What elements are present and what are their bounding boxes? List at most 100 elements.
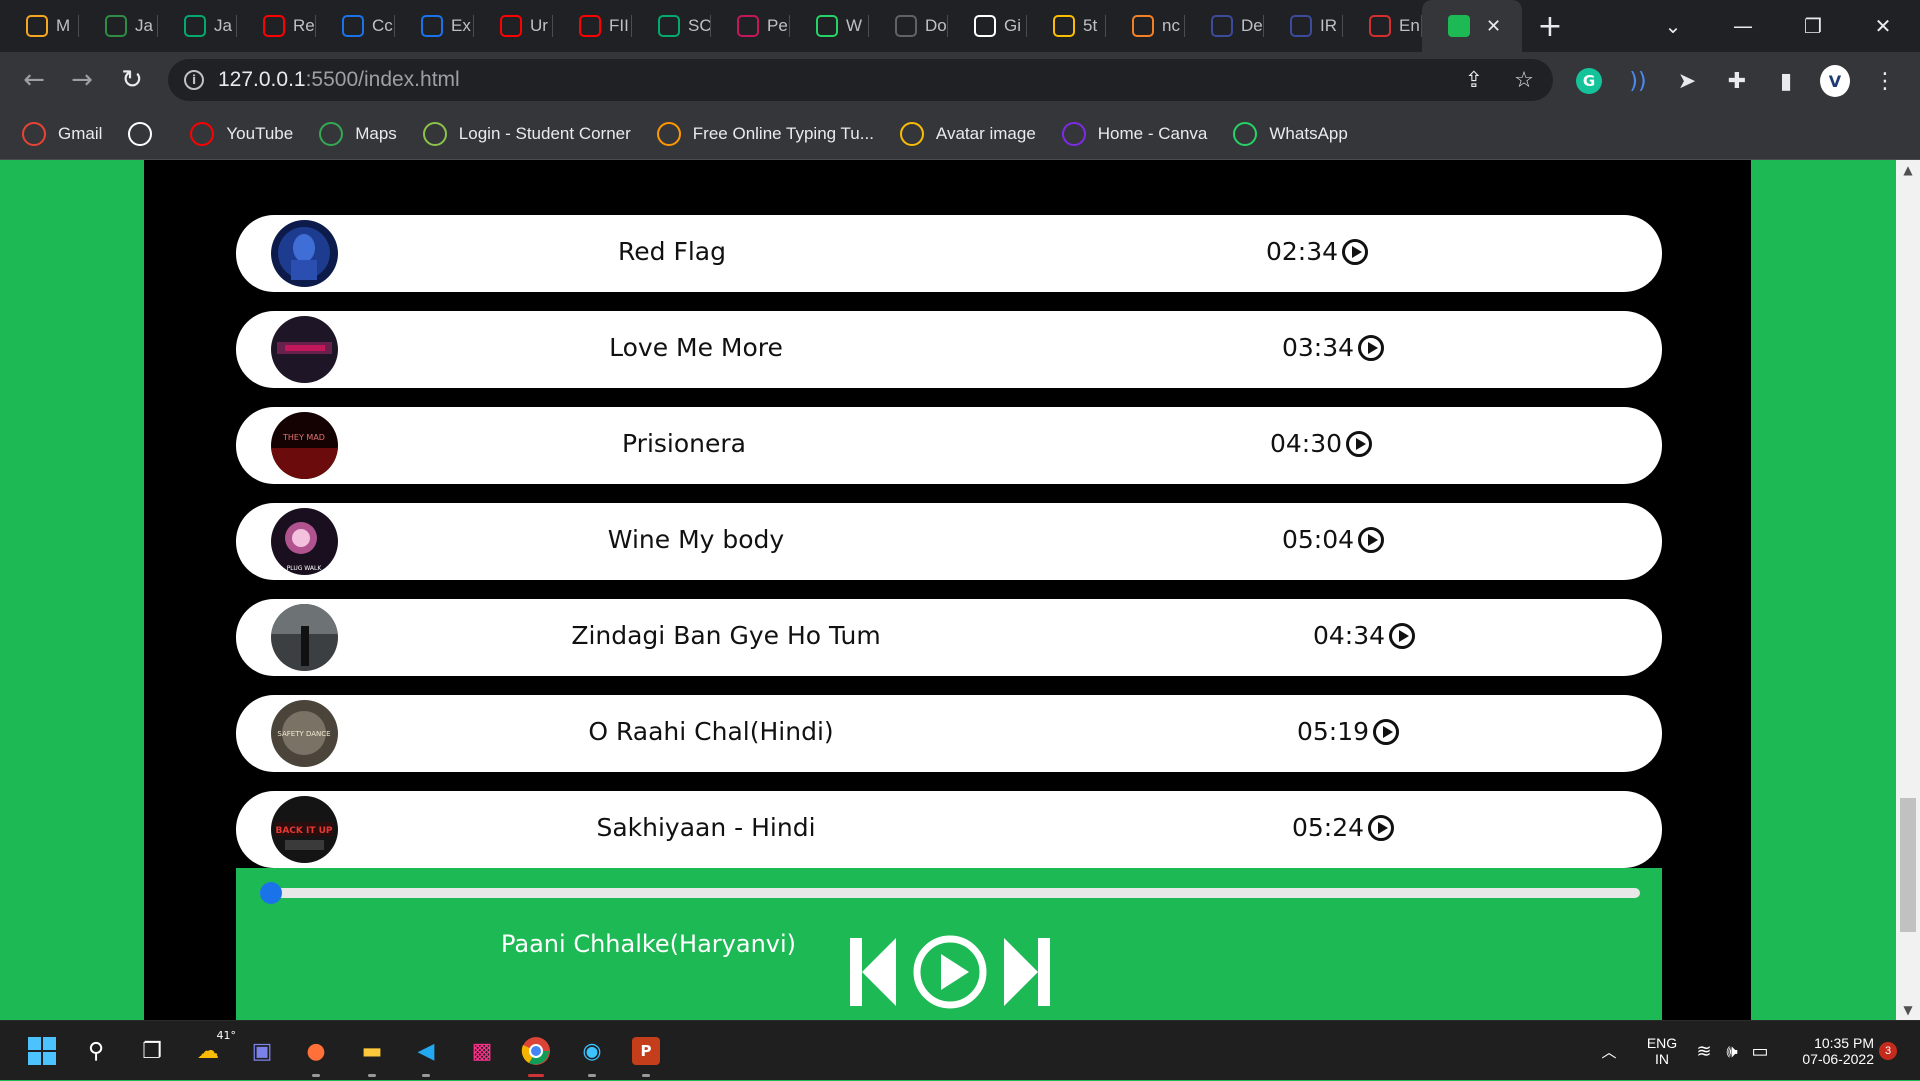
play-circle-icon[interactable] [1368,814,1395,841]
spotify-shield-icon [1448,15,1470,37]
side-panel-icon[interactable]: ▮ [1771,66,1801,96]
bookmark-star-icon[interactable]: ☆ [1511,67,1537,93]
bookmark-item[interactable]: YouTube [190,121,293,146]
song-item[interactable]: SAFETY DANCE O Raahi Chal(Hindi) 05:19 [236,695,1662,772]
show-hidden-icons[interactable]: ︿ [1594,1021,1624,1081]
play-circle-icon[interactable] [1358,334,1385,361]
teams-chat-icon[interactable]: ▣ [242,1031,282,1071]
bookmark-item[interactable]: Login - Student Corner [422,121,631,146]
forward-icon[interactable]: → [62,60,102,100]
site-info-icon[interactable]: i [184,70,204,90]
tab-strip: M Ja Ja Re Cc Ex Ur FII SC Pe W Do Gi 5t nc De IR En ✕ + [0,0,1920,52]
scroll-thumb[interactable] [1900,798,1916,932]
play-circle-icon[interactable] [1342,238,1369,265]
profile-avatar[interactable]: V [1820,65,1850,97]
play-circle-icon[interactable] [1358,526,1385,553]
bookmark-item[interactable]: Avatar image [899,121,1036,146]
student-corner-icon [422,121,447,146]
back-icon[interactable]: ← [14,60,54,100]
active-browser-tab[interactable]: ✕ [1422,0,1522,52]
browser-tab[interactable]: Cc [316,0,395,52]
browser-tab[interactable]: Ja [79,0,158,52]
address-bar[interactable]: i 127.0.0.1:5500/index.html ⇪ ☆ [168,59,1553,101]
restore-button[interactable]: ❐ [1778,0,1848,52]
song-duration: 05:04 [1282,525,1385,554]
windows-start-icon[interactable] [22,1031,62,1071]
minimize-button[interactable]: — [1708,0,1778,52]
browser-tab[interactable]: M [0,0,79,52]
weather-widget[interactable]: ☁ 41° [188,1029,236,1071]
chrome-icon[interactable] [516,1031,556,1077]
browser-tab[interactable]: W [790,0,869,52]
bookmark-item[interactable]: Free Online Typing Tu... [656,121,874,146]
browser-tab[interactable]: SC [632,0,711,52]
browser-tab[interactable]: Do [869,0,948,52]
language-indicator[interactable]: ENG IN [1636,1021,1688,1081]
clock[interactable]: 10:35 PM 07-06-2022 [1782,1021,1874,1081]
menu-dots-icon[interactable]: ⋮ [1870,66,1900,96]
browser-tab[interactable]: Ex [395,0,474,52]
url-text[interactable]: 127.0.0.1:5500/index.html [218,68,460,92]
wifi-icon[interactable]: ≋ [1690,1021,1718,1081]
vscode-icon[interactable]: ◀ [406,1031,446,1077]
next-icon[interactable] [1002,936,1050,1008]
reload-icon[interactable]: ↻ [112,60,152,100]
browser-tab[interactable]: Pe [711,0,790,52]
song-item[interactable]: Zindagi Ban Gye Ho Tum 04:34 [236,599,1662,676]
play-circle-icon[interactable] [1373,718,1400,745]
firefox-icon[interactable]: ● [296,1031,336,1077]
tab-label: M [56,16,71,35]
edge-icon[interactable]: ◉ [572,1031,612,1077]
play-pause-icon[interactable] [912,934,988,1010]
page-scrollbar[interactable]: ▲ ▼ [1896,160,1920,1020]
share-icon[interactable]: ⇪ [1461,67,1487,93]
progress-thumb[interactable] [260,882,282,904]
file-explorer-icon[interactable]: ▬ [352,1031,392,1077]
bookmark-item[interactable]: Maps [319,121,397,146]
browser-tab[interactable]: En [1343,0,1422,52]
scroll-down-icon[interactable]: ▼ [1896,1000,1920,1020]
search-icon[interactable]: ⚲ [76,1031,116,1071]
player-bar: Paani Chhalke(Haryanvi) [236,868,1662,1020]
browser-tab[interactable]: Gi [948,0,1027,52]
song-item[interactable]: PLUG WALK Wine My body 05:04 [236,503,1662,580]
battery-icon[interactable]: ▭ [1746,1021,1774,1081]
song-item[interactable]: THEY MAD Prisionera 04:30 [236,407,1662,484]
play-circle-icon[interactable] [1346,430,1373,457]
previous-icon[interactable] [850,936,898,1008]
browser-tab[interactable]: Ur [474,0,553,52]
browser-tab[interactable]: nc [1106,0,1185,52]
scroll-up-icon[interactable]: ▲ [1896,160,1920,180]
task-view-icon[interactable]: ❐ [132,1031,172,1071]
song-item[interactable]: Red Flag 02:34 [236,215,1662,292]
browser-tab[interactable]: 5t [1027,0,1106,52]
tab-search-icon[interactable]: ⌄ [1638,0,1708,52]
close-tab-icon[interactable]: ✕ [1486,16,1501,37]
new-tab-button[interactable]: + [1522,0,1578,52]
close-window-button[interactable]: ✕ [1848,0,1918,52]
browser-tab[interactable]: IR [1264,0,1343,52]
bookmark-item[interactable]: WhatsApp [1233,121,1348,146]
notification-badge[interactable]: 3 [1878,1021,1898,1081]
play-circle-icon[interactable] [1389,622,1416,649]
extension-arrow-icon[interactable]: ➤ [1672,66,1702,96]
bookmark-item[interactable]: Home - Canva [1061,121,1207,146]
song-duration: 04:34 [1313,621,1416,650]
intellij-icon[interactable]: ▩ [462,1031,502,1071]
progress-slider[interactable] [260,882,1640,904]
browser-tab[interactable]: FII [553,0,632,52]
grammarly-icon[interactable]: G [1574,66,1604,96]
volume-icon[interactable]: 🕪 [1718,1021,1746,1081]
bookmark-item[interactable] [128,121,164,146]
read-aloud-icon[interactable]: )) [1623,66,1653,96]
weather-temp: 41° [216,1029,237,1042]
browser-tab[interactable]: Ja [158,0,237,52]
powerpoint-icon[interactable]: P [626,1031,666,1077]
browser-tab[interactable]: Re [237,0,316,52]
extensions-puzzle-icon[interactable]: ✚ [1722,66,1752,96]
song-item[interactable]: BACK IT UP Sakhiyaan - Hindi 05:24 [236,791,1662,868]
browser-tab[interactable]: De [1185,0,1264,52]
song-item[interactable]: Love Me More 03:34 [236,311,1662,388]
bookmark-item[interactable]: Gmail [22,121,102,146]
song-title: Prisionera [622,429,746,458]
